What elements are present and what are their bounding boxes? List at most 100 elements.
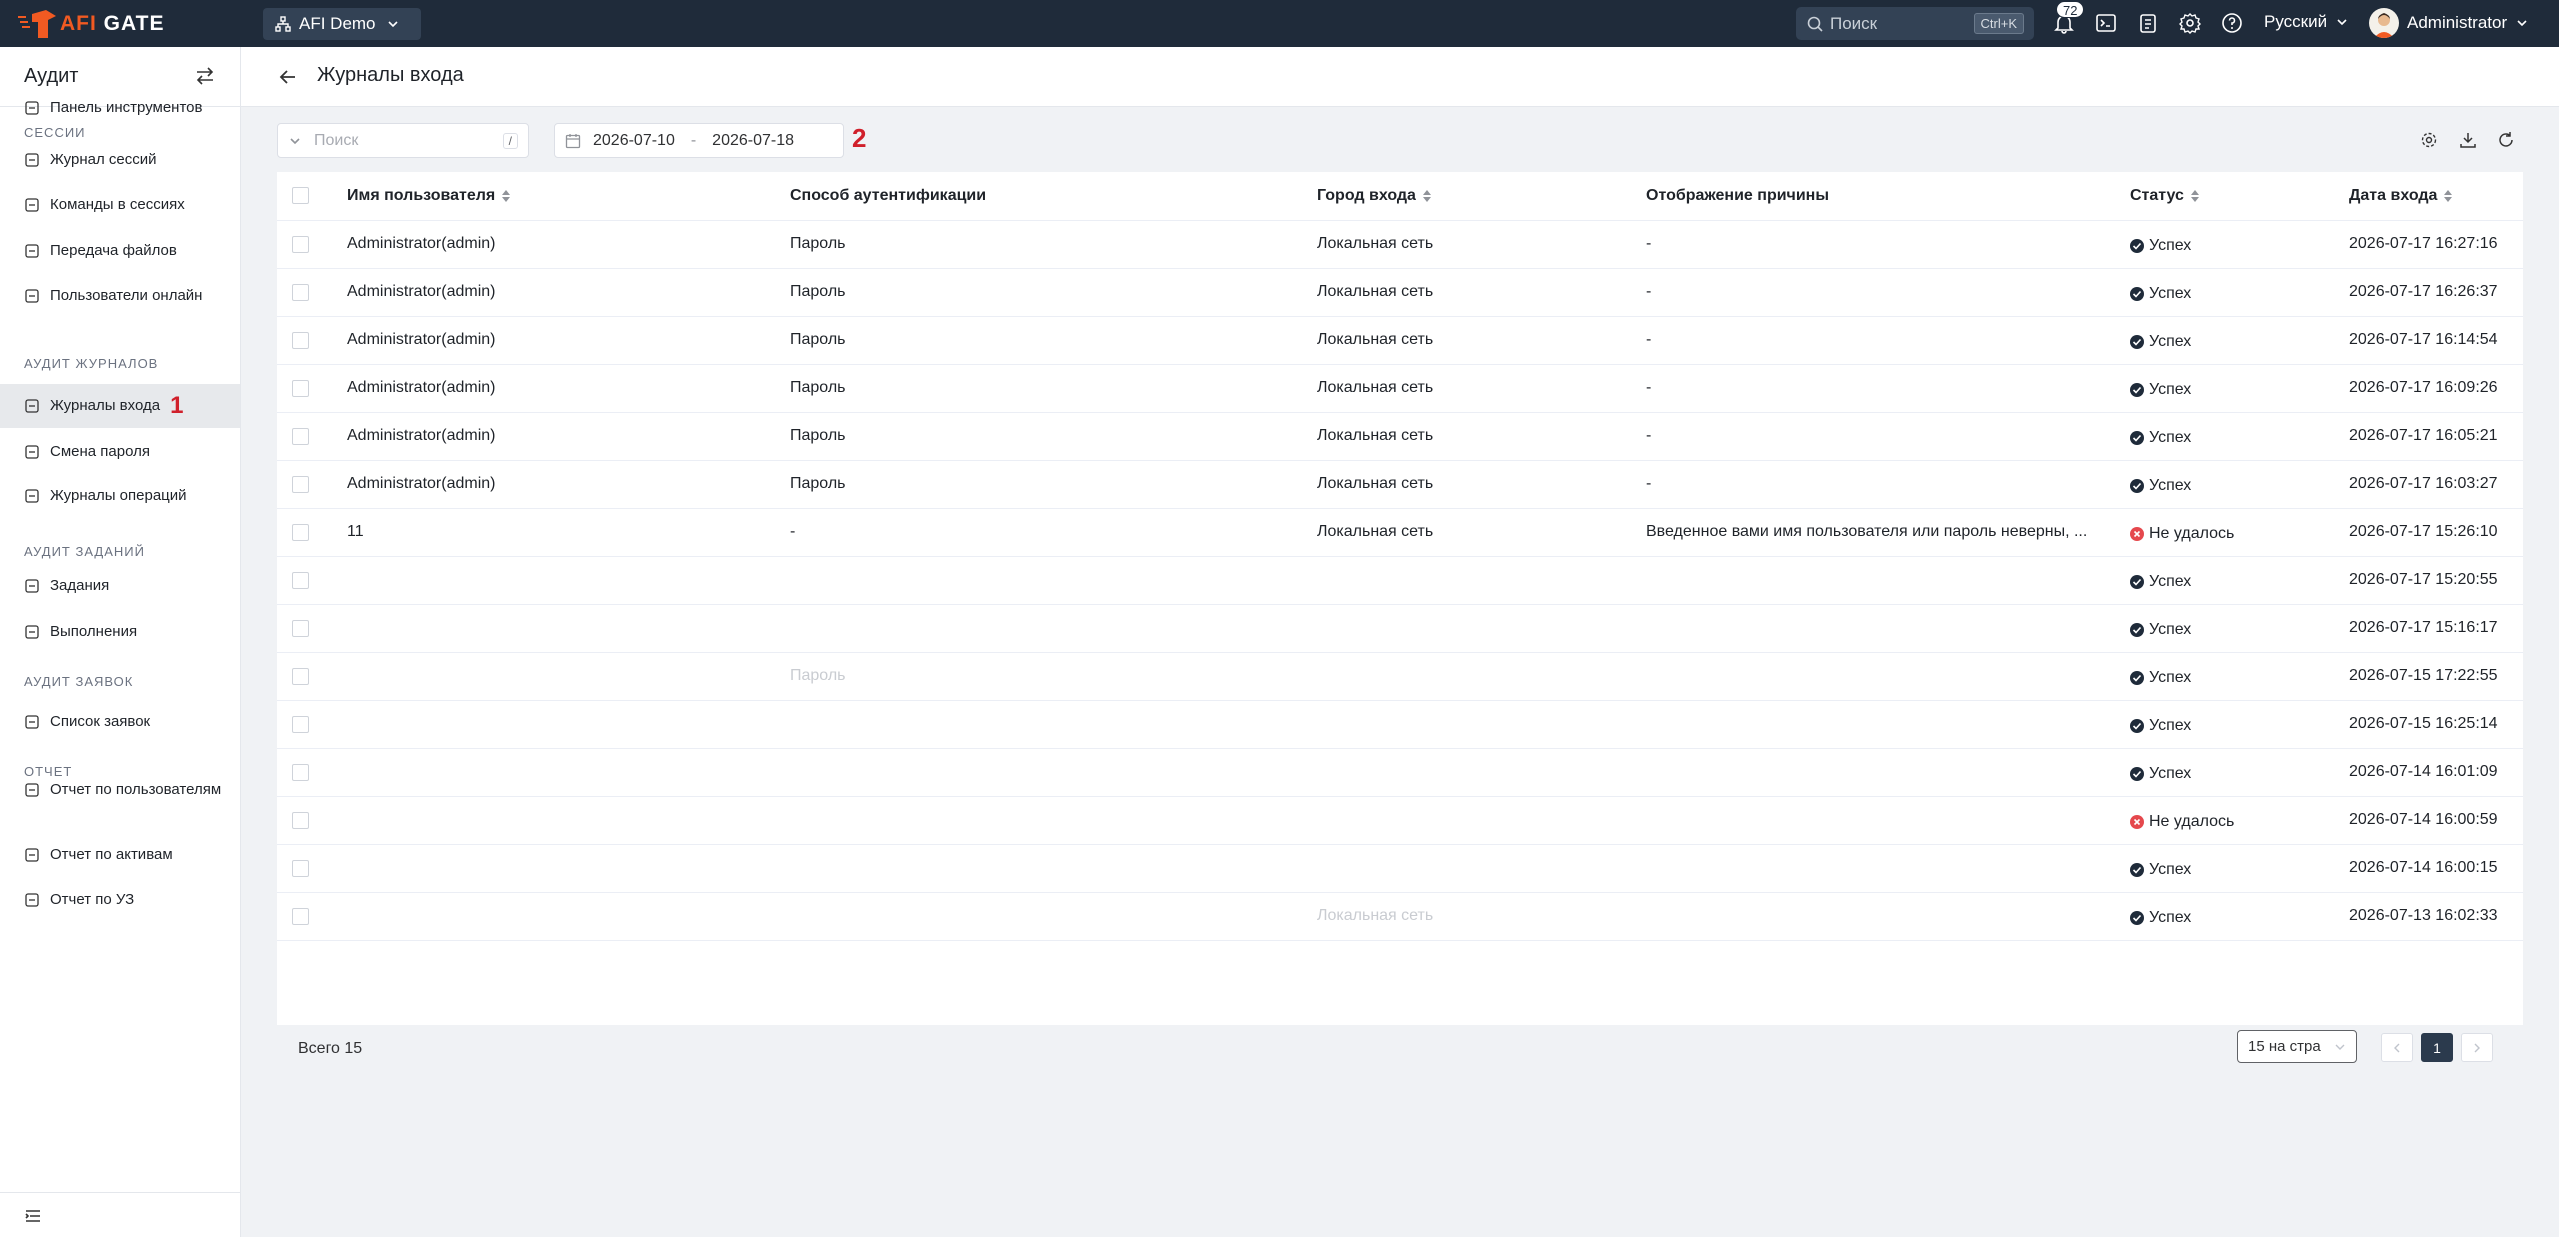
row-checkbox[interactable]: [292, 428, 309, 445]
prev-page-button[interactable]: [2381, 1033, 2413, 1062]
chevron-left-icon: [2394, 1043, 2400, 1052]
search-input[interactable]: Поиск /: [277, 123, 529, 158]
sidebar-item-label: Отчет по УЗ: [50, 891, 135, 908]
refresh-icon[interactable]: [2497, 131, 2515, 149]
row-checkbox[interactable]: [292, 332, 309, 349]
sidebar-item-label: Отчет по активам: [50, 846, 173, 863]
clipboard-icon[interactable]: [2136, 11, 2160, 35]
date-from[interactable]: 2026-07-10: [593, 132, 675, 150]
success-check-icon: [2130, 671, 2144, 685]
table-row[interactable]: Administrator(admin) Пароль Локальная сеть…: [277, 365, 2523, 413]
sidebar-title: Аудит: [24, 65, 79, 87]
sidebar-item[interactable]: Журнал сессий: [0, 138, 240, 182]
sidebar-item[interactable]: Выполнения: [0, 610, 240, 654]
row-checkbox[interactable]: [292, 572, 309, 589]
row-checkbox[interactable]: [292, 908, 309, 925]
sidebar-item[interactable]: Панель инструментов: [0, 86, 240, 130]
table-row[interactable]: Administrator(admin) Пароль Локальная сеть…: [277, 461, 2523, 509]
row-checkbox[interactable]: [292, 284, 309, 301]
sidebar-item[interactable]: Журналы входа 1: [0, 384, 240, 428]
table-row[interactable]: Успех 2026-07-14 16:01:09: [277, 749, 2523, 797]
row-checkbox[interactable]: [292, 524, 309, 541]
success-check-icon: [2130, 431, 2144, 445]
table-row[interactable]: Успех 2026-07-17 15:20:55: [277, 557, 2523, 605]
settings-icon[interactable]: [2420, 131, 2438, 149]
language-value: Русский: [2264, 12, 2328, 31]
cell-reason: -: [1646, 283, 1652, 300]
date-range-picker[interactable]: 2026-07-10 - 2026-07-18: [554, 123, 844, 158]
global-search[interactable]: Поиск Ctrl+K: [1796, 7, 2034, 40]
sidebar-item[interactable]: Задания: [0, 564, 240, 608]
sidebar-item[interactable]: Список заявок: [0, 700, 240, 744]
table-row[interactable]: Administrator(admin) Пароль Локальная сеть…: [277, 413, 2523, 461]
column-username[interactable]: Имя пользователя: [347, 187, 511, 205]
operations-log-icon: [25, 489, 39, 503]
settings-icon[interactable]: [2178, 11, 2202, 35]
sidebar-item[interactable]: Отчет по УЗ: [0, 878, 240, 922]
row-checkbox[interactable]: [292, 716, 309, 733]
terminal-icon[interactable]: [2094, 11, 2118, 35]
table-row[interactable]: Administrator(admin) Пароль Локальная сеть…: [277, 221, 2523, 269]
cell-status: Успех: [2130, 381, 2191, 399]
table-row[interactable]: 11 - Локальная сеть Введенное вами имя поль…: [277, 509, 2523, 557]
sidebar-item[interactable]: Журналы операций: [0, 474, 240, 518]
table-row[interactable]: Успех 2026-07-17 15:16:17: [277, 605, 2523, 653]
cell-login-city: Локальная сеть: [1317, 427, 1434, 444]
total-count: Всего 15: [298, 1040, 363, 1057]
download-icon[interactable]: [2459, 131, 2477, 149]
table-row[interactable]: Локальная сеть Успех 2026-07-13 16:02:33: [277, 893, 2523, 941]
row-checkbox[interactable]: [292, 668, 309, 685]
row-checkbox[interactable]: [292, 236, 309, 253]
sidebar-item-label: Список заявок: [50, 713, 151, 730]
logo[interactable]: AFI GATE: [18, 8, 164, 39]
table-row[interactable]: Успех 2026-07-15 16:25:14: [277, 701, 2523, 749]
column-login-date[interactable]: Дата входа: [2349, 187, 2453, 205]
search-icon: [1807, 16, 1823, 32]
next-page-button[interactable]: [2461, 1033, 2493, 1062]
cell-login-city: Локальная сеть: [1317, 523, 1434, 540]
cell-status: Успех: [2130, 909, 2191, 927]
table-row[interactable]: Не удалось 2026-07-14 16:00:59: [277, 797, 2523, 845]
language-select[interactable]: Русский: [2264, 12, 2349, 32]
table-row[interactable]: Успех 2026-07-14 16:00:15: [277, 845, 2523, 893]
switch-icon[interactable]: [194, 65, 216, 87]
table-row[interactable]: Administrator(admin) Пароль Локальная сеть…: [277, 269, 2523, 317]
row-checkbox[interactable]: [292, 380, 309, 397]
sidebar-item[interactable]: Команды в сессиях: [0, 183, 240, 227]
date-to[interactable]: 2026-07-18: [712, 132, 794, 150]
page-size-select[interactable]: 15 на стра: [2237, 1030, 2357, 1063]
cell-login-date: 2026-07-17 16:09:26: [2349, 379, 2498, 396]
chevron-down-icon: [387, 21, 398, 28]
sidebar-group-label: АУДИТ ЖУРНАЛОВ: [24, 356, 159, 371]
row-checkbox[interactable]: [292, 476, 309, 493]
status-text: Успех: [2149, 333, 2192, 350]
success-check-icon: [2130, 719, 2144, 733]
sidebar-item[interactable]: Передача файлов: [0, 229, 240, 273]
chevron-down-icon: [2337, 19, 2347, 26]
select-all-checkbox[interactable]: [292, 187, 309, 204]
sidebar-item[interactable]: Пользователи онлайн: [0, 274, 240, 318]
sidebar-item-label: Журналы входа: [50, 397, 161, 414]
sidebar-item[interactable]: Смена пароля: [0, 430, 240, 474]
page-1-button[interactable]: 1: [2421, 1033, 2453, 1062]
sidebar-item[interactable]: Отчет по пользователям: [0, 768, 240, 812]
row-checkbox[interactable]: [292, 620, 309, 637]
chevron-down-icon: [2517, 20, 2527, 27]
table-row[interactable]: Пароль Успех 2026-07-15 17:22:55: [277, 653, 2523, 701]
column-status[interactable]: Статус: [2130, 187, 2200, 205]
row-checkbox[interactable]: [292, 764, 309, 781]
logo-text-gate: GATE: [103, 11, 165, 35]
user-menu[interactable]: Administrator: [2369, 8, 2529, 38]
column-login-city[interactable]: Город входа: [1317, 187, 1432, 205]
sidebar-item[interactable]: Отчет по активам: [0, 833, 240, 877]
org-select[interactable]: AFI Demo: [263, 8, 421, 40]
table-row[interactable]: Administrator(admin) Пароль Локальная сеть…: [277, 317, 2523, 365]
help-icon[interactable]: [2220, 11, 2244, 35]
back-arrow-icon[interactable]: [277, 66, 299, 88]
status-text: Успех: [2149, 621, 2192, 638]
row-checkbox[interactable]: [292, 812, 309, 829]
lock-icon: [25, 445, 39, 459]
collapse-menu-icon[interactable]: [24, 1207, 42, 1225]
row-checkbox[interactable]: [292, 860, 309, 877]
cell-status: Не удалось: [2130, 813, 2234, 831]
